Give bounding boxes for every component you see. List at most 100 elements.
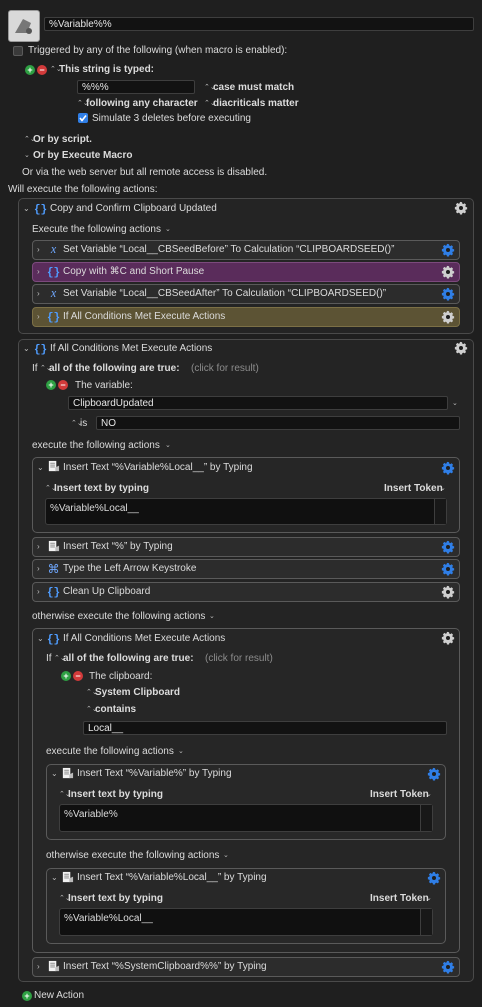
- execute-macro-chevron-icon[interactable]: ⌄: [24, 150, 30, 162]
- group3-execute-label[interactable]: execute the following actions: [46, 746, 174, 758]
- or-by-execute[interactable]: Or by Execute Macro: [33, 150, 132, 162]
- string-typed-label[interactable]: This string is typed:: [59, 64, 154, 76]
- chevron-down-icon[interactable]: ⌄: [23, 203, 30, 215]
- remove-trigger-icon[interactable]: −: [37, 65, 47, 75]
- contains-option[interactable]: contains: [95, 704, 136, 716]
- chevron-right-icon[interactable]: ›: [37, 311, 40, 323]
- insert-text-area[interactable]: %Variable%Local__: [45, 498, 447, 525]
- chevron-down-icon[interactable]: ⌄: [452, 398, 458, 410]
- macro-icon[interactable]: [8, 10, 40, 42]
- chevron-right-icon[interactable]: ›: [37, 563, 40, 575]
- chevron-right-icon[interactable]: ›: [37, 288, 40, 300]
- action-label[interactable]: Insert Text “%” by Typing: [63, 541, 173, 553]
- all-true-label[interactable]: all of the following are true:: [49, 363, 180, 375]
- chevron-down-icon[interactable]: ⌄: [209, 611, 215, 623]
- remove-condition-icon[interactable]: −: [58, 380, 68, 390]
- scrollbar[interactable]: [420, 909, 432, 935]
- variable-icon: [47, 243, 60, 256]
- diacriticals-option[interactable]: diacriticals matter: [213, 98, 299, 110]
- macro-name-field[interactable]: %Variable%%: [44, 17, 474, 31]
- group1-execute-label[interactable]: Execute the following actions: [32, 224, 161, 236]
- new-action-button[interactable]: New Action: [34, 990, 84, 1002]
- scrollbar[interactable]: [434, 499, 446, 524]
- action-label[interactable]: Set Variable “Local__CBSeedBefore” To Ca…: [63, 244, 394, 256]
- gear-icon[interactable]: [453, 340, 469, 356]
- gear-icon[interactable]: [440, 242, 456, 258]
- gear-icon[interactable]: [440, 630, 456, 646]
- chevron-right-icon[interactable]: ›: [37, 541, 40, 553]
- chevron-down-icon[interactable]: ⌄: [426, 893, 432, 905]
- add-action-icon[interactable]: +: [22, 991, 32, 1001]
- click-for-result[interactable]: (click for result): [205, 653, 273, 665]
- action-label[interactable]: Insert Text “%Variable%” by Typing: [77, 768, 232, 780]
- action-label[interactable]: Clean Up Clipboard: [63, 586, 150, 598]
- simulate-checkbox[interactable]: [78, 113, 88, 123]
- action-label[interactable]: Insert Text “%SystemClipboard%%” by Typi…: [63, 961, 267, 973]
- group3-otherwise-label[interactable]: otherwise execute the following actions: [46, 850, 219, 862]
- group2-execute-label[interactable]: execute the following actions: [32, 440, 160, 452]
- gear-icon[interactable]: [440, 264, 456, 280]
- gear-icon[interactable]: [426, 870, 442, 886]
- variable-field[interactable]: ClipboardUpdated: [68, 396, 448, 410]
- typed-string-field[interactable]: %%%: [77, 80, 195, 94]
- insert-mode-label[interactable]: Insert text by typing: [68, 789, 163, 801]
- insert-token-menu[interactable]: Insert Token: [370, 789, 429, 801]
- is-value-field[interactable]: NO: [96, 416, 460, 430]
- chevron-down-icon[interactable]: ⌄: [440, 483, 446, 495]
- chevron-down-icon[interactable]: ⌄: [23, 343, 30, 355]
- case-option[interactable]: case must match: [213, 82, 294, 94]
- triggered-checkbox[interactable]: [13, 46, 23, 56]
- or-by-script[interactable]: Or by script.: [33, 134, 92, 146]
- insert-text-area[interactable]: %Variable%: [59, 804, 433, 832]
- gear-icon[interactable]: [440, 584, 456, 600]
- insert-mode-label[interactable]: Insert text by typing: [54, 483, 149, 495]
- add-condition-icon[interactable]: +: [46, 380, 56, 390]
- is-label[interactable]: is: [80, 418, 87, 430]
- chevron-down-icon[interactable]: ⌄: [165, 440, 171, 452]
- gear-icon[interactable]: [440, 309, 456, 325]
- add-trigger-icon[interactable]: +: [25, 65, 35, 75]
- group3-title[interactable]: If All Conditions Met Execute Actions: [63, 633, 225, 645]
- click-for-result[interactable]: (click for result): [191, 363, 259, 375]
- gear-icon[interactable]: [440, 539, 456, 555]
- insert-text-area[interactable]: %Variable%Local__: [59, 908, 433, 936]
- insert-token-menu[interactable]: Insert Token: [370, 893, 429, 905]
- action-label[interactable]: Copy with ⌘C and Short Pause: [63, 266, 204, 278]
- group1-title[interactable]: Copy and Confirm Clipboard Updated: [50, 203, 217, 215]
- contains-value-field[interactable]: Local__: [83, 721, 447, 735]
- following-option[interactable]: following any character: [86, 98, 198, 110]
- action-label[interactable]: Type the Left Arrow Keystroke: [63, 563, 196, 575]
- chevron-right-icon[interactable]: ›: [37, 244, 40, 256]
- action-label[interactable]: If All Conditions Met Execute Actions: [63, 311, 225, 323]
- chevron-down-icon[interactable]: ⌄: [37, 633, 44, 645]
- chevron-down-icon[interactable]: ⌄: [51, 768, 58, 780]
- chevron-down-icon[interactable]: ⌄: [178, 746, 184, 758]
- action-label[interactable]: Insert Text “%Variable%Local__” by Typin…: [63, 462, 253, 474]
- gear-icon[interactable]: [426, 766, 442, 782]
- chevron-right-icon[interactable]: ›: [37, 266, 40, 278]
- gear-icon[interactable]: [440, 460, 456, 476]
- group2-otherwise-label[interactable]: otherwise execute the following actions: [32, 611, 205, 623]
- insert-token-menu[interactable]: Insert Token: [384, 483, 443, 495]
- add-condition-icon[interactable]: +: [61, 671, 71, 681]
- chevron-down-icon[interactable]: ⌄: [165, 224, 171, 236]
- system-clipboard-option[interactable]: System Clipboard: [95, 687, 180, 699]
- action-label[interactable]: Insert Text “%Variable%Local__” by Typin…: [77, 872, 267, 884]
- chevron-right-icon[interactable]: ›: [37, 586, 40, 598]
- chevron-down-icon[interactable]: ⌄: [51, 872, 58, 884]
- gear-icon[interactable]: [440, 959, 456, 975]
- chevron-down-icon[interactable]: ⌄: [223, 850, 229, 862]
- remove-condition-icon[interactable]: −: [73, 671, 83, 681]
- gear-icon[interactable]: [440, 561, 456, 577]
- gear-icon[interactable]: [440, 286, 456, 302]
- web-server-note: Or via the web server but all remote acc…: [22, 167, 268, 178]
- chevron-down-icon[interactable]: ⌄: [426, 789, 432, 801]
- chevron-down-icon[interactable]: ⌄: [37, 462, 44, 474]
- gear-icon[interactable]: [453, 200, 469, 216]
- chevron-right-icon[interactable]: ›: [37, 961, 40, 973]
- group2-title[interactable]: If All Conditions Met Execute Actions: [50, 343, 212, 355]
- all-true-label[interactable]: all of the following are true:: [63, 653, 194, 665]
- scrollbar[interactable]: [420, 805, 432, 831]
- action-label[interactable]: Set Variable “Local__CBSeedAfter” To Cal…: [63, 288, 386, 300]
- insert-mode-label[interactable]: Insert text by typing: [68, 893, 163, 905]
